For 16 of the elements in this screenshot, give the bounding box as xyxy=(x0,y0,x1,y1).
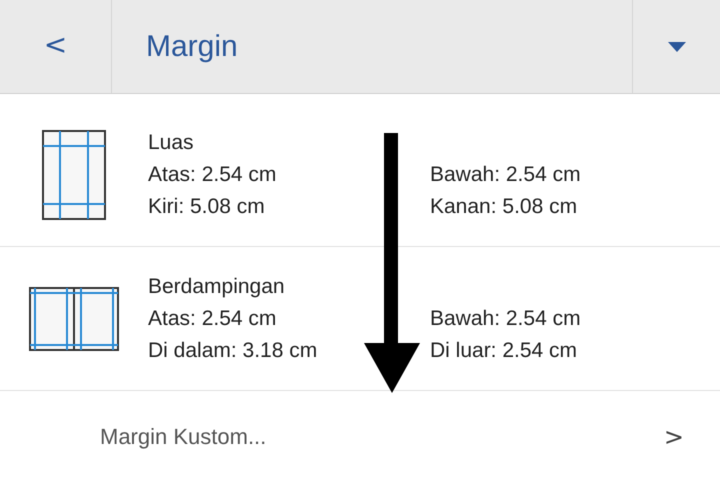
margin-value: Bawah: 2.54 cm xyxy=(430,306,582,330)
margin-value: Kanan: 5.08 cm xyxy=(430,194,578,218)
option-name: Luas xyxy=(148,130,195,154)
margin-value: Bawah: 2.54 cm xyxy=(430,162,582,186)
back-button[interactable]: < xyxy=(0,0,112,93)
margin-value: Di dalam: 3.18 cm xyxy=(148,338,318,362)
caret-icon xyxy=(668,42,686,52)
facing-pages-icon xyxy=(29,286,119,350)
custom-margin-item[interactable]: Margin Kustom... > xyxy=(0,391,720,483)
page-title: Margin xyxy=(146,30,238,64)
margin-value: Atas: 2.54 cm xyxy=(148,162,278,186)
margin-value: Di luar: 2.54 cm xyxy=(430,338,578,362)
option-name: Berdampingan xyxy=(148,274,286,298)
margin-value: Atas: 2.54 cm xyxy=(148,306,278,330)
page-margins-icon xyxy=(42,130,106,220)
margin-value: Kiri: 5.08 cm xyxy=(148,194,266,218)
